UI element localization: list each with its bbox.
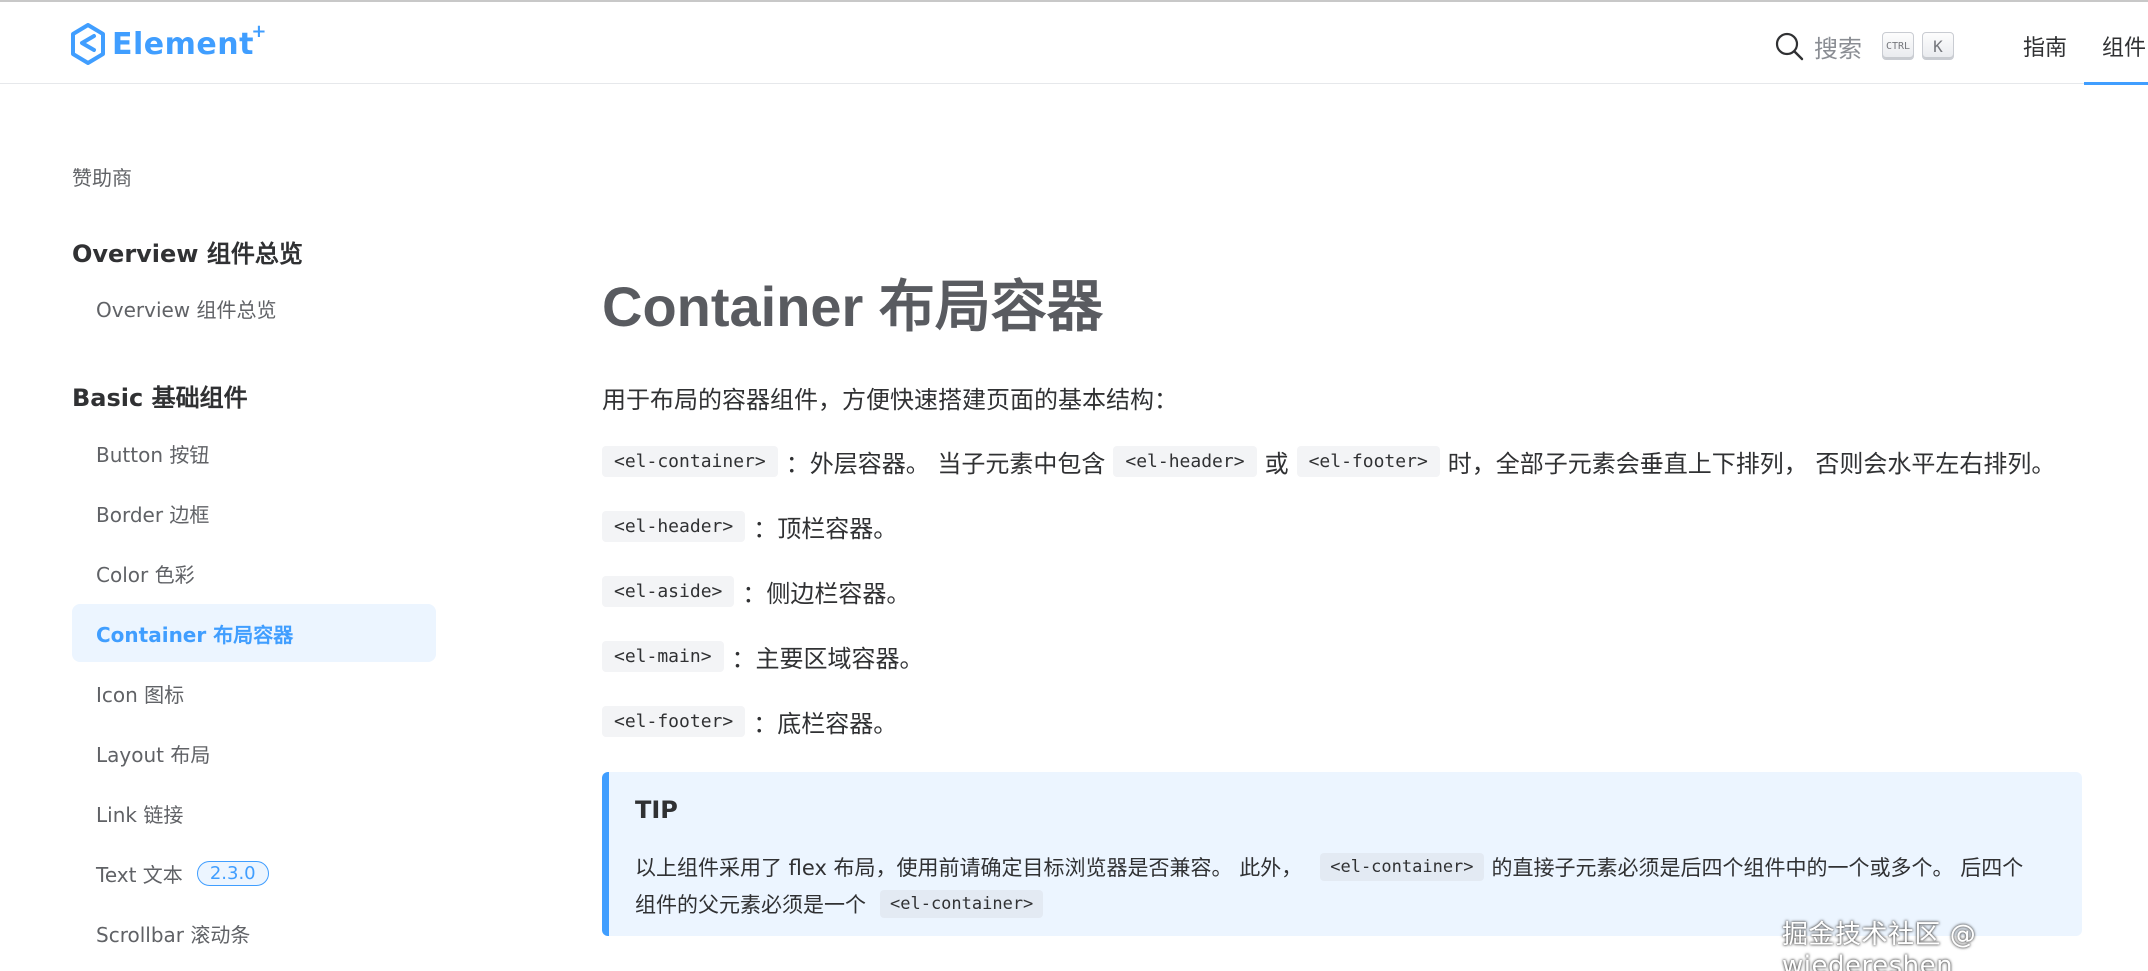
element-plus-logo[interactable]: Element + <box>70 20 267 66</box>
tip-text-3: 组件的父元素必须是一个 <box>635 893 866 917</box>
ctrl-key-hint: CTRL <box>1882 32 1914 60</box>
aside-text: ：侧边栏容器。 <box>742 580 911 608</box>
sidebar-item-color[interactable]: Color 色彩 <box>72 544 436 602</box>
tip-text-1: 以上组件采用了 flex 布局，使用前请确定目标浏览器是否兼容。 此外， <box>635 856 1303 880</box>
version-badge: 2.3.0 <box>196 860 269 886</box>
code-el-container: <el-container> <box>602 446 778 477</box>
sidebar-item-border[interactable]: Border 边框 <box>72 484 436 542</box>
sidebar-item-sponsor[interactable]: 赞助商 <box>72 162 132 191</box>
code-el-footer: <el-footer> <box>602 706 746 737</box>
sidebar-item-overview[interactable]: Overview 组件总览 <box>72 279 436 337</box>
container-text-2: 或 <box>1264 450 1289 478</box>
tip-text-2: 的直接子元素必须是后四个组件中的一个或多个。 后四个 <box>1491 856 2024 880</box>
header-description: <el-header> ：顶栏容器。 <box>602 509 905 544</box>
code-el-footer: <el-footer> <box>1296 446 1440 477</box>
main-text: ：主要区域容器。 <box>731 645 924 673</box>
nav-guide[interactable]: 指南 <box>2023 30 2067 62</box>
container-text-1: ：外层容器。 当子元素中包含 <box>785 450 1106 478</box>
tip-box: TIP 以上组件采用了 flex 布局，使用前请确定目标浏览器是否兼容。 此外，… <box>602 772 2082 936</box>
sidebar-item-link[interactable]: Link 链接 <box>72 784 436 842</box>
hexagon-logo-icon <box>71 23 105 65</box>
code-el-header: <el-header> <box>602 511 746 542</box>
footer-text: ：底栏容器。 <box>753 710 898 738</box>
container-description: <el-container> ：外层容器。 当子元素中包含 <el-header… <box>602 444 2063 479</box>
sidebar: 赞助商 Overview 组件总览 Overview 组件总览 Basic 基础… <box>0 84 440 971</box>
sidebar-item-scrollbar[interactable]: Scrollbar 滚动条 <box>72 904 436 962</box>
search-icon <box>1775 32 1804 61</box>
search-button[interactable]: 搜索 CTRL K <box>1774 28 1954 64</box>
footer-description: <el-footer> ：底栏容器。 <box>602 704 905 739</box>
page-title: Container 布局容器 <box>602 275 1103 338</box>
code-el-container: <el-container> <box>880 890 1044 918</box>
nav-component[interactable]: 组件 <box>2102 30 2146 62</box>
tip-title: TIP <box>635 796 678 824</box>
sidebar-group-basic: Basic 基础组件 <box>72 384 248 412</box>
sidebar-item-layout[interactable]: Layout 布局 <box>72 724 436 782</box>
sidebar-group-overview: Overview 组件总览 <box>72 240 303 268</box>
header-text: ：顶栏容器。 <box>753 515 898 543</box>
sidebar-item-text[interactable]: Text 文本 2.3.0 <box>72 844 436 902</box>
code-el-main: <el-main> <box>602 641 724 672</box>
k-key-hint: K <box>1922 32 1954 60</box>
intro-paragraph: 用于布局的容器组件，方便快速搭建页面的基本结构： <box>602 386 1178 414</box>
sidebar-item-container[interactable]: Container 布局容器 <box>72 604 436 662</box>
aside-description: <el-aside> ：侧边栏容器。 <box>602 574 918 609</box>
top-header: Element + 搜索 CTRL K 指南 组件 <box>0 2 2148 85</box>
tip-line-1: 以上组件采用了 flex 布局，使用前请确定目标浏览器是否兼容。 此外， <el… <box>635 852 2023 882</box>
code-el-container: <el-container> <box>1320 853 1484 881</box>
search-label: 搜索 <box>1814 34 1862 63</box>
code-el-aside: <el-aside> <box>602 576 735 607</box>
sidebar-item-icon[interactable]: Icon 图标 <box>72 664 436 722</box>
sidebar-item-button[interactable]: Button 按钮 <box>72 424 436 482</box>
container-text-3: 时，全部子元素会垂直上下排列， 否则会水平左右排列。 <box>1447 450 2056 478</box>
nav-active-indicator <box>2084 82 2148 85</box>
tip-line-2: 组件的父元素必须是一个 <el-container> <box>635 889 1044 919</box>
watermark: 掘金技术社区 @ wiedereshen <box>1782 920 1977 971</box>
main-description: <el-main> ：主要区域容器。 <box>602 639 932 674</box>
logo-wordmark: Element + <box>112 20 267 62</box>
sidebar-item-text-label: Text 文本 <box>96 862 183 887</box>
code-el-header: <el-header> <box>1113 446 1257 477</box>
